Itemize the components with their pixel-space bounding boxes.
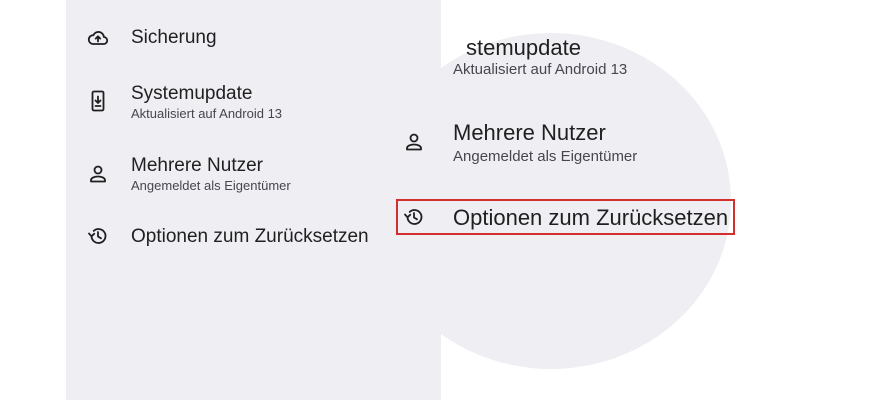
- settings-list: Sicherung Systemupdate Aktualisiert auf …: [66, 0, 441, 400]
- settings-item-title: Sicherung: [131, 27, 217, 48]
- cloud-upload-icon: [86, 26, 110, 50]
- settings-item-backup[interactable]: Sicherung: [66, 24, 441, 52]
- settings-item-title: Optionen zum Zurücksetzen: [131, 226, 369, 247]
- settings-item-system-update[interactable]: Systemupdate Aktualisiert auf Android 13: [66, 80, 441, 124]
- person-icon: [402, 130, 426, 154]
- zoom-callout: stemupdate Aktualisiert auf Android 13 M…: [396, 0, 879, 400]
- history-icon: [402, 205, 426, 229]
- zoom-item-subtitle: Angemeldet als Eigentümer: [453, 148, 638, 165]
- person-icon: [86, 162, 110, 186]
- zoom-item-reset-options: Optionen zum Zurücksetzen: [396, 203, 856, 233]
- system-update-icon: [86, 89, 110, 113]
- zoom-item-title: Optionen zum Zurücksetzen: [453, 205, 729, 230]
- settings-item-reset-options[interactable]: Optionen zum Zurücksetzen: [66, 222, 441, 250]
- zoom-item-system-update: stemupdate Aktualisiert auf Android 13: [396, 33, 856, 83]
- history-icon: [86, 224, 110, 248]
- settings-item-multiple-users[interactable]: Mehrere Nutzer Angemeldet als Eigentümer: [66, 152, 441, 196]
- zoom-item-title: Mehrere Nutzer: [453, 120, 606, 145]
- zoom-item-title: stemupdate: [466, 35, 581, 60]
- settings-item-title: Mehrere Nutzer: [131, 155, 263, 176]
- zoom-item-multiple-users: Mehrere Nutzer Angemeldet als Eigentümer: [396, 118, 856, 168]
- settings-item-subtitle: Aktualisiert auf Android 13: [131, 106, 283, 121]
- settings-item-subtitle: Angemeldet als Eigentümer: [131, 178, 291, 193]
- zoom-item-subtitle: Aktualisiert auf Android 13: [453, 61, 628, 78]
- settings-item-title: Systemupdate: [131, 83, 253, 104]
